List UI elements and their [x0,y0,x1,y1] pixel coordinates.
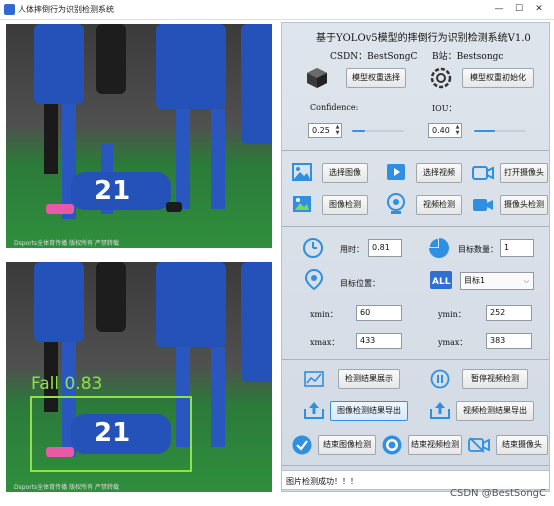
all-targets-icon: ALL [430,271,452,289]
pause-video-button[interactable]: 暂停视频检测 [462,369,528,389]
source-image-view: 21 Dsports全体育传播 版权所有 严禁转载 [6,24,272,248]
iou-stepper[interactable]: ▲ ▼ [454,124,461,137]
player-shoe [46,204,74,214]
image-detect-button[interactable]: 图像检测 [322,195,368,215]
show-result-button[interactable]: 检测结果展示 [338,369,400,389]
webcam-icon [387,193,405,214]
player-figure [34,262,84,342]
player-figure [96,262,126,332]
chevron-down-icon: ⌵ [523,277,529,285]
iou-slider[interactable] [474,130,526,132]
check-circle-icon [292,435,312,455]
target-count-label: 目标数量： [458,245,498,254]
clock-icon [303,238,323,258]
export-image-result-button[interactable]: 图像检测结果导出 [330,401,408,421]
confidence-stepper[interactable]: ▲ ▼ [334,124,341,137]
end-camera-button[interactable]: 结束摄像头 [496,435,548,455]
open-camera-button[interactable]: 打开摄像头 [500,163,548,183]
time-label: 用时： [340,245,364,254]
image-watermark: Dsports全体育传播 版权所有 严禁转载 [14,484,119,491]
player-shoe [166,202,182,212]
player-figure [156,262,226,347]
player-leg [44,104,58,174]
video-detect-button[interactable]: 视频检测 [416,195,462,215]
cube-icon [307,68,327,88]
pause-icon [430,369,450,389]
maximize-button[interactable]: ☐ [512,2,526,16]
window-title: 人体摔倒行为识别检测系统 [18,5,114,14]
section-divider [282,150,549,151]
confidence-slider[interactable] [352,130,404,132]
camera-off-icon [468,437,490,453]
player-figure [156,24,226,109]
camera-detect-button[interactable]: 摄像头检测 [500,195,548,215]
detection-bounding-box [30,396,192,472]
time-field[interactable]: 0.81 [368,239,402,257]
minimize-button[interactable]: — [492,2,506,16]
player-sock [211,109,225,209]
title-bar: 人体摔倒行为识别检测系统 — ☐ ✕ [0,0,554,20]
confidence-label: Confidence: [310,103,359,112]
jersey-number: 21 [94,176,131,206]
control-panel: 基于YOLOv5模型的摔倒行为识别检测系统V1.0 CSDN：BestSongC… [281,22,550,492]
player-figure [241,262,272,382]
camera-icon [472,166,494,180]
xmin-field[interactable]: 60 [356,305,402,321]
svg-text:ALL: ALL [432,277,451,287]
select-image-button[interactable]: 选择图像 [322,163,368,183]
close-button[interactable]: ✕ [532,2,546,16]
target-position-label: 目标位置： [340,279,380,288]
iou-label: IOU： [432,104,457,113]
location-pin-icon [304,269,324,291]
detection-label: Fall 0.83 [31,374,103,394]
iou-slider-fill [474,130,495,132]
player-sock [211,347,225,447]
target-select-dropdown[interactable]: 目标1 ⌵ [460,272,534,290]
export-video-result-button[interactable]: 视频检测结果导出 [456,401,534,421]
section-divider [282,465,549,466]
line-chart-icon [304,371,324,387]
end-image-detect-button[interactable]: 结束图像检测 [318,435,376,455]
xmax-label: xmax： [310,338,340,347]
end-video-detect-button[interactable]: 结束视频检测 [408,435,462,455]
player-figure [34,24,84,104]
xmin-label: xmin： [310,310,338,319]
status-message: 图片检测成功！！！ [286,477,358,486]
target-select-value: 目标1 [464,276,486,285]
pie-chart-icon [429,238,449,258]
ymin-field[interactable]: 252 [486,305,532,321]
target-count-field[interactable]: 1 [500,239,534,257]
csdn-watermark: CSDN @BestSongC [450,488,546,499]
ymax-label: ymax： [438,338,468,347]
image-icon [292,163,312,181]
video-camera-icon [473,199,493,211]
result-image-view: 21 Fall 0.83 Dsports全体育传播 版权所有 严禁转载 [6,262,272,492]
video-icon [387,164,405,180]
xmax-field[interactable]: 433 [356,333,402,349]
model-weight-init-button[interactable]: 模型权重初始化 [462,68,534,88]
status-bar: 图片检测成功！！！ [281,470,550,490]
section-divider [282,226,549,227]
stop-icon [382,435,402,455]
model-weight-select-button[interactable]: 模型权重选择 [346,68,406,88]
csdn-label: CSDN：BestSongC [330,52,418,62]
app-icon [4,4,15,15]
upload-icon [430,402,450,419]
player-sock [176,109,190,209]
player-figure [96,24,126,94]
ymin-label: ymin： [438,310,466,319]
confidence-slider-fill [352,130,365,132]
select-video-button[interactable]: 选择视频 [416,163,462,183]
player-figure [241,24,272,144]
app-heading: 基于YOLOv5模型的摔倒行为识别检测系统V1.0 [316,33,531,44]
upload-icon [304,402,324,419]
image-detect-icon [293,196,311,212]
image-watermark: Dsports全体育传播 版权所有 严禁转载 [14,240,119,247]
ymax-field[interactable]: 383 [486,333,532,349]
bilibili-label: B站：Bestsongc [432,52,504,62]
section-divider [282,359,549,360]
settings-icon [430,67,452,89]
